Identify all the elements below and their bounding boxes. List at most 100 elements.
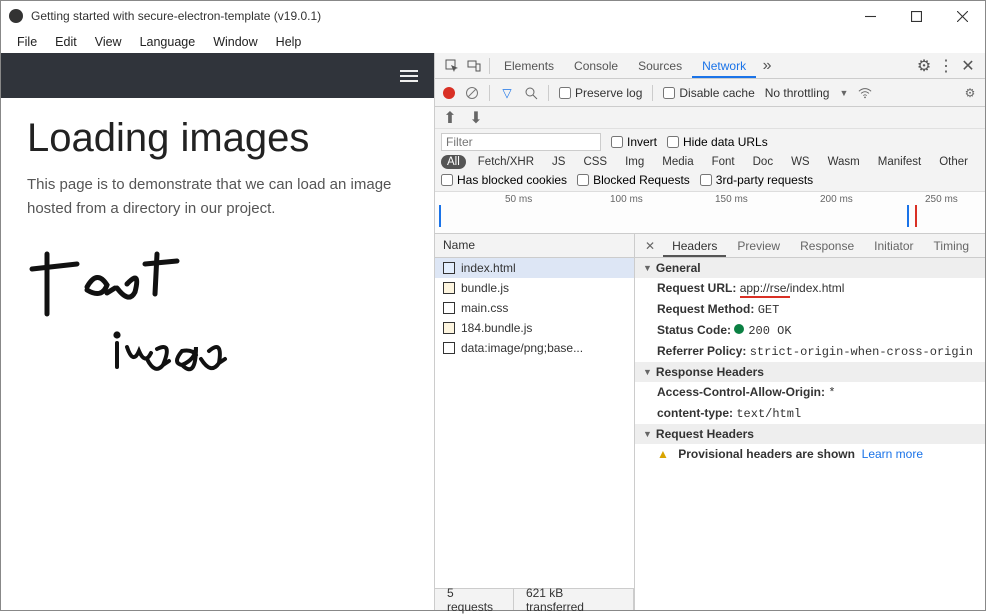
response-headers-section-header[interactable]: Response Headers	[635, 362, 985, 382]
request-url: Request URL: app://rse/index.html	[635, 278, 985, 299]
close-detail-icon[interactable]: ✕	[639, 239, 661, 253]
device-toggle-icon[interactable]	[463, 55, 485, 77]
titlebar: Getting started with secure-electron-tem…	[1, 1, 985, 31]
request-list: Name index.html bundle.js main.css 184.b…	[435, 234, 635, 610]
close-button[interactable]	[939, 1, 985, 31]
hamburger-icon[interactable]	[400, 70, 418, 82]
chip-img[interactable]: Img	[619, 155, 650, 169]
blocked-cookies-checkbox[interactable]: Has blocked cookies	[441, 173, 567, 187]
devtools: Elements Console Sources Network » ⚙ ⋮ ✕…	[434, 53, 985, 610]
minimize-button[interactable]	[847, 1, 893, 31]
chip-ws[interactable]: WS	[785, 155, 816, 169]
hide-data-urls-checkbox[interactable]: Hide data URLs	[667, 135, 768, 149]
tick-200ms: 200 ms	[820, 194, 853, 205]
more-tabs-icon[interactable]: »	[756, 55, 778, 77]
chip-all[interactable]: All	[441, 155, 466, 169]
gear-icon[interactable]: ⚙	[913, 55, 935, 77]
request-headers-section-header[interactable]: Request Headers	[635, 424, 985, 444]
request-row[interactable]: 184.bundle.js	[435, 318, 634, 338]
invert-checkbox[interactable]: Invert	[611, 135, 657, 149]
dtab-initiator[interactable]: Initiator	[865, 235, 922, 257]
tick-50ms: 50 ms	[505, 194, 532, 205]
record-button[interactable]	[443, 87, 455, 99]
clear-icon[interactable]	[465, 86, 479, 100]
chip-js[interactable]: JS	[546, 155, 571, 169]
learn-more-link[interactable]: Learn more	[862, 447, 923, 461]
document-icon	[443, 262, 455, 274]
network-settings-icon[interactable]: ⚙	[963, 86, 977, 100]
tab-elements[interactable]: Elements	[494, 54, 564, 78]
filter-input[interactable]	[441, 133, 601, 151]
request-row[interactable]: bundle.js	[435, 278, 634, 298]
tab-network[interactable]: Network	[692, 54, 756, 78]
chip-doc[interactable]: Doc	[747, 155, 779, 169]
page-description: This page is to demonstrate that we can …	[27, 173, 408, 221]
app-logo	[9, 9, 23, 23]
wifi-icon[interactable]	[858, 86, 872, 100]
app-pane: Loading images This page is to demonstra…	[1, 53, 434, 610]
provisional-warning: ▲ Provisional headers are shown Learn mo…	[635, 444, 985, 464]
warning-icon: ▲	[657, 447, 669, 461]
network-toolbar-2: ⬆ ⬇	[435, 107, 985, 129]
tab-console[interactable]: Console	[564, 54, 628, 78]
chip-manifest[interactable]: Manifest	[872, 155, 927, 169]
disable-cache-checkbox[interactable]: Disable cache	[663, 86, 754, 100]
menu-language[interactable]: Language	[132, 33, 204, 51]
timeline[interactable]: 50 ms 100 ms 150 ms 200 ms 250 ms	[435, 192, 985, 234]
dtab-preview[interactable]: Preview	[728, 235, 789, 257]
throttling-select[interactable]: No throttling	[765, 86, 830, 100]
request-row[interactable]: main.css	[435, 298, 634, 318]
general-section-header[interactable]: General	[635, 258, 985, 278]
header-content-type: content-type: text/html	[635, 403, 985, 424]
request-row[interactable]: index.html	[435, 258, 634, 278]
chip-media[interactable]: Media	[656, 155, 699, 169]
request-method: Request Method: GET	[635, 299, 985, 320]
tab-sources[interactable]: Sources	[628, 54, 692, 78]
chip-wasm[interactable]: Wasm	[822, 155, 866, 169]
image-icon	[443, 342, 455, 354]
request-detail: ✕ Headers Preview Response Initiator Tim…	[635, 234, 985, 610]
status-code: Status Code: 200 OK	[635, 320, 985, 341]
preserve-log-checkbox[interactable]: Preserve log	[559, 86, 642, 100]
menu-window[interactable]: Window	[205, 33, 265, 51]
chip-css[interactable]: CSS	[577, 155, 613, 169]
chip-font[interactable]: Font	[706, 155, 741, 169]
header-acao: Access-Control-Allow-Origin: *	[635, 382, 985, 403]
menu-file[interactable]: File	[9, 33, 45, 51]
devtools-close-icon[interactable]: ✕	[957, 55, 979, 77]
window-title: Getting started with secure-electron-tem…	[31, 9, 847, 23]
dtab-headers[interactable]: Headers	[663, 235, 726, 257]
js-icon	[443, 322, 455, 334]
tick-150ms: 150 ms	[715, 194, 748, 205]
chip-other[interactable]: Other	[933, 155, 974, 169]
search-icon[interactable]	[524, 86, 538, 100]
request-row[interactable]: data:image/png;base...	[435, 338, 634, 358]
filter-bar: Invert Hide data URLs All Fetch/XHR JS C…	[435, 129, 985, 192]
test-image	[27, 239, 247, 389]
js-icon	[443, 282, 455, 294]
kebab-icon[interactable]: ⋮	[935, 55, 957, 77]
name-column-header[interactable]: Name	[435, 234, 634, 258]
upload-icon[interactable]: ⬆	[443, 111, 457, 125]
chip-fetch-xhr[interactable]: Fetch/XHR	[472, 155, 540, 169]
network-toolbar: ▽ Preserve log Disable cache No throttli…	[435, 79, 985, 107]
devtools-tabs: Elements Console Sources Network » ⚙ ⋮ ✕	[435, 53, 985, 79]
menubar: File Edit View Language Window Help	[1, 31, 985, 53]
chevron-down-icon[interactable]: ▼	[839, 88, 848, 98]
dtab-timing[interactable]: Timing	[925, 235, 979, 257]
page-title: Loading images	[27, 116, 408, 161]
third-party-checkbox[interactable]: 3rd-party requests	[700, 173, 813, 187]
transferred-size: 621 kB transferred	[514, 589, 634, 610]
maximize-button[interactable]	[893, 1, 939, 31]
dtab-response[interactable]: Response	[791, 235, 863, 257]
blocked-requests-checkbox[interactable]: Blocked Requests	[577, 173, 690, 187]
css-icon	[443, 302, 455, 314]
filter-icon[interactable]: ▽	[500, 86, 514, 100]
tick-100ms: 100 ms	[610, 194, 643, 205]
menu-help[interactable]: Help	[268, 33, 310, 51]
inspect-icon[interactable]	[441, 55, 463, 77]
download-icon[interactable]: ⬇	[469, 111, 483, 125]
menu-view[interactable]: View	[87, 33, 130, 51]
network-statusbar: 5 requests 621 kB transferred	[435, 588, 634, 610]
menu-edit[interactable]: Edit	[47, 33, 85, 51]
